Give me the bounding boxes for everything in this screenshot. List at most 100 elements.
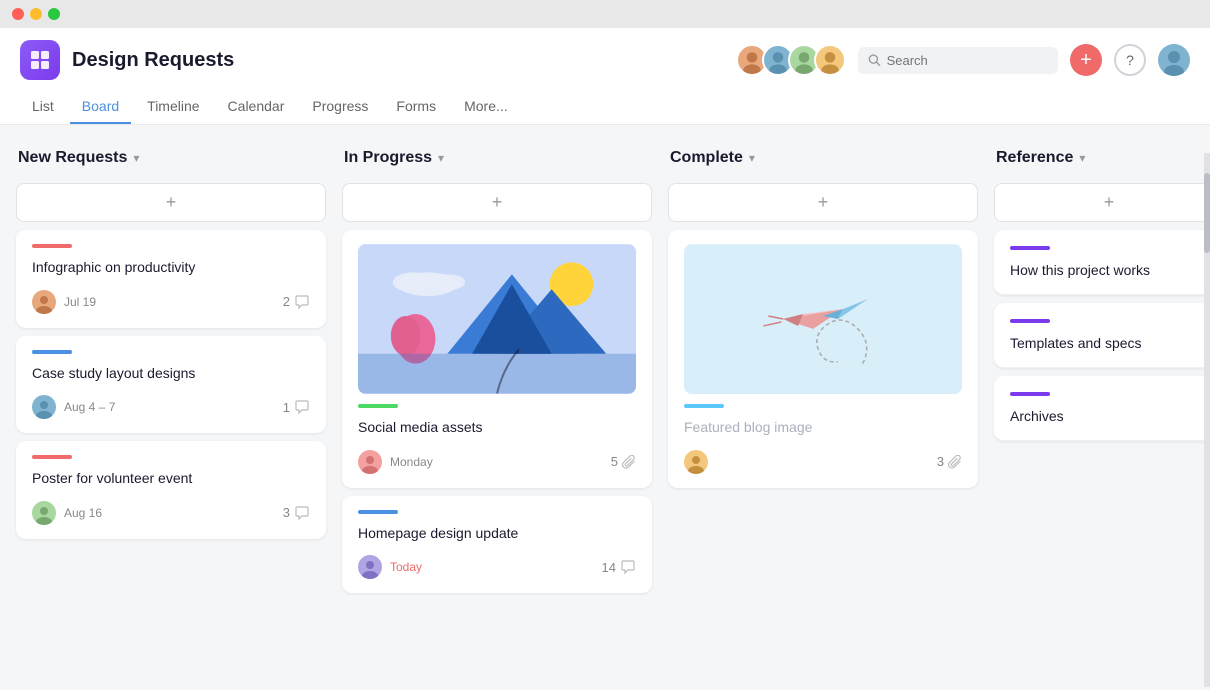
project-title: Design Requests [72,49,234,72]
column-new-requests: New Requests ▾ + Infographic on producti… [16,145,326,667]
maximize-dot[interactable] [48,8,60,20]
card-title: Poster for volunteer event [32,469,310,489]
add-button[interactable]: + [1070,44,1102,76]
minimize-dot[interactable] [30,8,42,20]
card-avatar [32,501,56,525]
column-reference: Reference ▾ + How this project works Tem… [994,145,1210,667]
card-accent [358,510,398,514]
ref-card-templates[interactable]: Templates and specs [994,303,1210,368]
card-footer: Monday 5 [358,450,636,474]
column-title-wrap: Complete ▾ [670,149,755,167]
comment-count: 2 [283,294,290,309]
card-avatar [32,395,56,419]
card-comments: 14 [602,559,636,575]
card-date-today: Today [390,560,422,574]
team-avatars [736,44,846,76]
attachment-icon [622,455,636,469]
ref-title: Archives [1010,408,1208,424]
scrollbar-track[interactable] [1204,153,1210,687]
chevron-down-icon[interactable]: ▾ [438,151,444,165]
attachment-icon [948,455,962,469]
card-date: Jul 19 [64,295,96,309]
column-complete: Complete ▾ + [668,145,978,667]
tab-list[interactable]: List [20,90,66,124]
add-card-new-requests[interactable]: + [16,183,326,222]
card-title: Featured blog image [684,418,962,438]
card-avatar [358,450,382,474]
chevron-down-icon[interactable]: ▾ [749,151,755,165]
card-footer-left: Monday [358,450,433,474]
window-chrome [0,0,1210,28]
tab-more[interactable]: More... [452,90,520,124]
search-input[interactable] [887,53,1048,68]
card-comments: 2 [283,294,310,310]
ref-title: Templates and specs [1010,335,1208,351]
card-footer: Today 14 [358,555,636,579]
card-attachments: 5 [611,454,636,469]
card-footer-left: Aug 16 [32,501,102,525]
help-button[interactable]: ? [1114,44,1146,76]
user-avatar[interactable] [1158,44,1190,76]
column-title-complete: Complete [670,149,743,167]
chevron-down-icon[interactable]: ▾ [1079,151,1085,165]
app-icon [20,40,60,80]
column-title-new-requests: New Requests [18,149,127,167]
nav-tabs: List Board Timeline Calendar Progress Fo… [20,90,1190,124]
card-footer: Aug 4 – 7 1 [32,395,310,419]
card-accent [32,455,72,459]
card-homepage[interactable]: Homepage design update Today 14 [342,496,652,594]
add-card-reference[interactable]: + [994,183,1210,222]
header: Design Requests [0,28,1210,125]
tab-calendar[interactable]: Calendar [216,90,297,124]
column-header-new-requests: New Requests ▾ [16,145,326,175]
tab-progress[interactable]: Progress [300,90,380,124]
column-header-reference: Reference ▾ [994,145,1210,175]
scrollbar-thumb[interactable] [1204,173,1210,253]
card-date: Monday [390,455,433,469]
tab-forms[interactable]: Forms [384,90,448,124]
card-footer-left [684,450,708,474]
card-comments: 1 [283,399,310,415]
column-title-in-progress: In Progress [344,149,432,167]
column-header-complete: Complete ▾ [668,145,978,175]
card-footer-left: Today [358,555,422,579]
header-left: Design Requests [20,40,234,80]
comment-count: 1 [283,400,290,415]
close-dot[interactable] [12,8,24,20]
card-avatar [32,290,56,314]
card-infographic[interactable]: Infographic on productivity Jul 19 2 [16,230,326,328]
card-accent [32,244,72,248]
add-card-complete[interactable]: + [668,183,978,222]
column-title-wrap: Reference ▾ [996,149,1085,167]
avatar-4[interactable] [814,44,846,76]
card-footer-left: Jul 19 [32,290,96,314]
attachment-count: 5 [611,454,618,469]
search-bar[interactable] [858,47,1058,74]
card-poster[interactable]: Poster for volunteer event Aug 16 3 [16,441,326,539]
card-blog-image[interactable]: Featured blog image 3 [668,230,978,488]
card-footer: Aug 16 3 [32,501,310,525]
ref-card-how-project-works[interactable]: How this project works [994,230,1210,295]
column-title-wrap: In Progress ▾ [344,149,444,167]
attachment-count: 3 [937,454,944,469]
card-footer: 3 [684,450,962,474]
tab-timeline[interactable]: Timeline [135,90,211,124]
card-accent [684,404,724,408]
tab-board[interactable]: Board [70,90,131,124]
card-case-study[interactable]: Case study layout designs Aug 4 – 7 1 [16,336,326,434]
column-title-reference: Reference [996,149,1073,167]
ref-accent [1010,392,1050,396]
card-comments: 3 [283,505,310,521]
card-title: Case study layout designs [32,364,310,384]
card-title: Infographic on productivity [32,258,310,278]
column-header-in-progress: In Progress ▾ [342,145,652,175]
comment-icon [620,559,636,575]
column-in-progress: In Progress ▾ + [342,145,652,667]
ref-title: How this project works [1010,262,1208,278]
card-social-media[interactable]: Social media assets Monday 5 [342,230,652,488]
header-top: Design Requests [20,40,1190,80]
chevron-down-icon[interactable]: ▾ [133,151,139,165]
column-title-wrap: New Requests ▾ [18,149,139,167]
add-card-in-progress[interactable]: + [342,183,652,222]
ref-card-archives[interactable]: Archives [994,376,1210,441]
